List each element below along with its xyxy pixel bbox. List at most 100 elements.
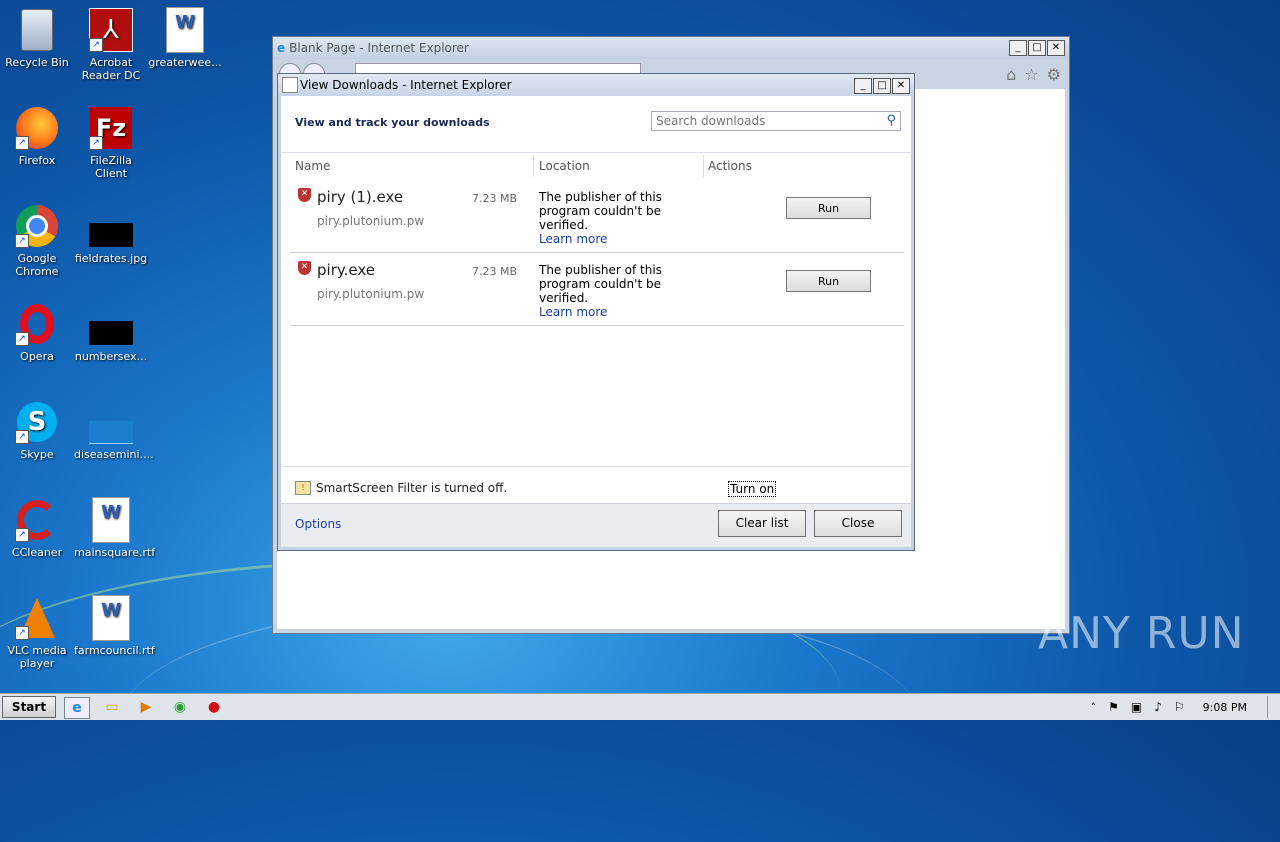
column-divider [533, 155, 534, 177]
settings-gear-icon[interactable]: ⚙ [1047, 65, 1061, 84]
desktop-icon-filezilla[interactable]: Fz ↗ FileZilla Client [74, 106, 148, 180]
desktop-icon-label: diseasemini.... [74, 448, 154, 461]
warning-line: The publisher of this [539, 190, 662, 204]
taskbar: Start e ▭ ▶ ◉ ● ˄ ⚑ ▣ ♪ ⚐ 9:08 PM [0, 693, 1280, 720]
desktop-icon-label: Recycle Bin [5, 56, 69, 69]
desktop-icon-diseasemini[interactable]: diseasemini.... [74, 400, 154, 461]
chrome-icon: ↗ [15, 204, 59, 248]
warning-line: verified. [539, 291, 589, 305]
download-row[interactable]: ✕ piry (1).exe piry.plutonium.pw 7.23 MB… [290, 180, 904, 253]
desktop-icon-label: Opera [20, 350, 54, 363]
system-tray: ˄ ⚑ ▣ ♪ ⚐ 9:08 PM [1085, 694, 1280, 720]
download-warning: The publisher of this program couldn't b… [539, 263, 669, 319]
dialog-title: View Downloads - Internet Explorer [300, 78, 512, 92]
desktop-icon-mainsquare[interactable]: W mainsquare.rtf [74, 497, 156, 559]
filezilla-icon: Fz ↗ [89, 106, 133, 150]
column-location[interactable]: Location [539, 159, 590, 173]
desktop-icon-fieldrates[interactable]: fieldrates.jpg [74, 204, 148, 265]
desktop-icon-label: mainsquare.rtf [74, 546, 156, 559]
volume-icon[interactable]: ♪ [1154, 700, 1162, 714]
explorer-taskbar-icon[interactable]: ▭ [100, 697, 124, 717]
desktop-icon-ccleaner[interactable]: ↗ CCleaner [0, 498, 74, 559]
maximize-button[interactable]: □ [873, 78, 891, 94]
run-button[interactable]: Run [786, 270, 871, 292]
minimize-button[interactable]: _ [1009, 40, 1027, 56]
clock[interactable]: 9:08 PM [1203, 701, 1247, 714]
desktop-icon-label: fieldrates.jpg [74, 252, 148, 265]
search-downloads-input[interactable]: Search downloads ⚲ [651, 111, 901, 131]
desktop-icon-vlc[interactable]: ↗ VLC media player [0, 596, 74, 670]
word-doc-icon: W [89, 595, 133, 641]
download-host: piry.plutonium.pw [317, 214, 425, 228]
word-doc-icon: W [163, 7, 207, 53]
close-button[interactable]: ✕ [892, 78, 910, 94]
column-actions[interactable]: Actions [708, 159, 752, 173]
ie-window-controls: _ □ ✕ [1008, 40, 1065, 56]
desktop-icon-recycle-bin[interactable]: Recycle Bin [0, 8, 74, 69]
warning-line: program couldn't be [539, 277, 661, 291]
desktop-icon-greaterwee[interactable]: W greaterwee... [148, 7, 222, 69]
recycle-bin-icon [15, 8, 59, 52]
desktop-icon-acrobat[interactable]: ⅄ ↗ Acrobat Reader DC [74, 8, 148, 82]
desktop-icon-label: farmcouncil.rtf [74, 644, 155, 657]
ie-window-title: Blank Page - Internet Explorer [289, 41, 469, 55]
desktop-icon-firefox[interactable]: ↗ Firefox [0, 106, 74, 167]
dialog-titlebar[interactable]: View Downloads - Internet Explorer [278, 74, 914, 96]
desktop-icon-chrome[interactable]: ↗ Google Chrome [0, 204, 74, 278]
show-hidden-icons-icon[interactable]: ˄ [1091, 701, 1097, 714]
dialog-body: View and track your downloads Search dow… [281, 96, 911, 547]
learn-more-link[interactable]: Learn more [539, 305, 669, 319]
view-downloads-dialog: View Downloads - Internet Explorer _ □ ✕… [277, 73, 915, 551]
run-button[interactable]: Run [786, 197, 871, 219]
clear-list-button[interactable]: Clear list [718, 510, 806, 537]
smartscreen-status: ! SmartScreen Filter is turned off. [295, 481, 507, 495]
opera-taskbar-icon[interactable]: ● [202, 697, 226, 717]
start-button[interactable]: Start [2, 696, 56, 718]
desktop-icon-farmcouncil[interactable]: W farmcouncil.rtf [74, 595, 155, 657]
turn-on-link[interactable]: Turn on [728, 481, 777, 497]
ccleaner-icon: ↗ [15, 498, 59, 542]
download-filename: piry.exe [317, 261, 375, 279]
search-icon[interactable]: ⚲ [886, 113, 896, 128]
home-icon[interactable]: ⌂ [1006, 65, 1016, 84]
desktop-icon-label: greaterwee... [148, 56, 222, 69]
warning-line: The publisher of this [539, 263, 662, 277]
warning-line: verified. [539, 218, 589, 232]
favorites-star-icon[interactable]: ☆ [1024, 65, 1038, 84]
desktop-icon-opera[interactable]: ↗ Opera [0, 302, 74, 363]
blocked-shield-icon: ✕ [298, 188, 311, 202]
desktop-icon-label: Firefox [18, 154, 56, 167]
word-doc-icon: W [89, 497, 133, 543]
action-center-icon[interactable]: ⚑ [1108, 700, 1119, 714]
maximize-button[interactable]: □ [1028, 40, 1046, 56]
dialog-footer: Options Clear list Close [281, 503, 911, 547]
learn-more-link[interactable]: Learn more [539, 232, 669, 246]
acrobat-icon: ⅄ ↗ [89, 8, 133, 52]
options-link[interactable]: Options [295, 517, 341, 531]
ie-taskbar-icon[interactable]: e [64, 697, 90, 719]
column-name[interactable]: Name [295, 159, 330, 173]
chrome-taskbar-icon[interactable]: ◉ [168, 697, 192, 717]
ie-toolbar-icons: ⌂ ☆ ⚙ [1006, 65, 1061, 84]
media-player-taskbar-icon[interactable]: ▶ [134, 697, 158, 717]
show-desktop-button[interactable] [1267, 696, 1280, 718]
close-dialog-button[interactable]: Close [814, 510, 902, 537]
desktop-icon-label: numbersex... [74, 350, 148, 363]
download-size: 7.23 MB [472, 192, 518, 205]
network-icon[interactable]: ▣ [1131, 700, 1142, 714]
anyrun-watermark: ANY RUN [1038, 608, 1245, 659]
flag-icon[interactable]: ⚐ [1174, 700, 1185, 714]
desktop-icon-label: VLC media player [7, 644, 67, 670]
minimize-button[interactable]: _ [854, 78, 872, 94]
close-button[interactable]: ✕ [1047, 40, 1065, 56]
download-row[interactable]: ✕ piry.exe piry.plutonium.pw 7.23 MB The… [290, 253, 904, 326]
firefox-icon: ↗ [15, 106, 59, 150]
search-placeholder: Search downloads [656, 114, 766, 128]
desktop-icon-label: CCleaner [11, 546, 63, 559]
desktop-icon-numbersex[interactable]: numbersex... [74, 302, 148, 363]
ie-titlebar[interactable]: e Blank Page - Internet Explorer [273, 37, 1069, 59]
desktop-icon-label: FileZilla Client [90, 154, 132, 180]
desktop-icon-skype[interactable]: S ↗ Skype [0, 400, 74, 461]
smartscreen-warning-icon: ! [295, 481, 311, 495]
blocked-shield-icon: ✕ [298, 261, 311, 275]
